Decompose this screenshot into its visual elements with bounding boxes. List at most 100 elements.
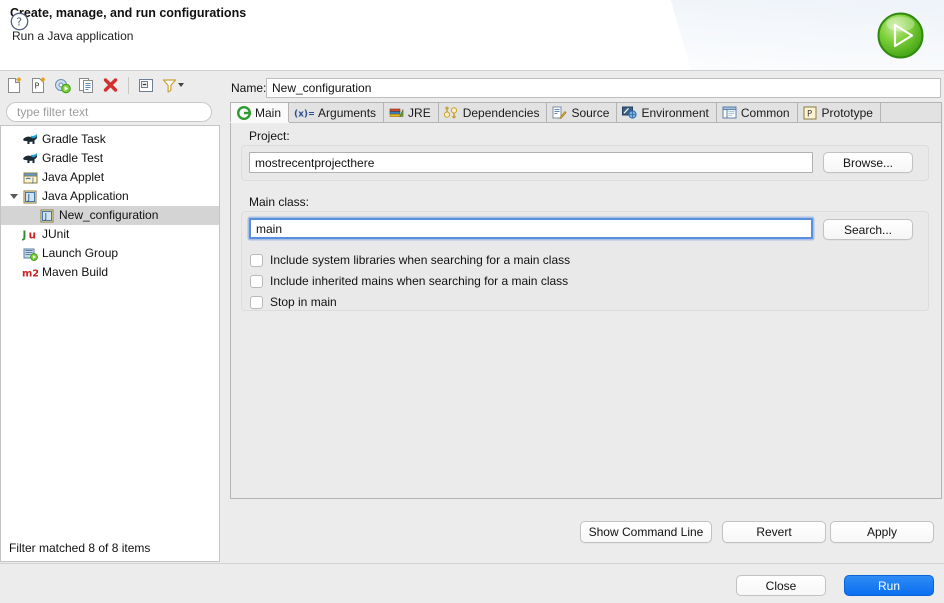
dependencies-icon (443, 105, 459, 120)
configuration-name-input[interactable] (266, 78, 941, 98)
tree-item-label: New_configuration (59, 208, 159, 222)
java-applet-icon: J (22, 170, 38, 186)
tab-label: Dependencies (462, 105, 540, 120)
java-application-icon: J (39, 208, 55, 224)
tab-label: Prototype (821, 105, 873, 120)
close-button[interactable]: Close (736, 575, 826, 596)
java-application-icon: J (22, 189, 38, 205)
tree-item-label: Gradle Test (42, 151, 104, 165)
name-label: Name: (231, 81, 267, 95)
maven-m2-icon: m2 (22, 265, 38, 281)
tab-source[interactable]: Source (547, 102, 618, 122)
tab-label: Source (571, 105, 610, 120)
svg-text:J: J (22, 230, 26, 241)
tree-toolbar: P (0, 71, 220, 99)
svg-text:J: J (27, 193, 30, 202)
apply-button[interactable]: Apply (830, 521, 934, 543)
run-button[interactable]: Run (844, 575, 934, 596)
source-pencil-icon (552, 105, 567, 120)
tree-item-junit[interactable]: J u JUnit (1, 225, 219, 244)
tab-environment[interactable]: Environment (617, 102, 717, 122)
tab-arguments[interactable]: (x)= Arguments (289, 102, 385, 122)
svg-text:?: ? (16, 16, 22, 29)
chevron-down-icon[interactable] (7, 190, 21, 204)
tree-item-new-configuration[interactable]: J New_configuration (1, 206, 219, 225)
browse-button[interactable]: Browse... (823, 152, 913, 173)
svg-text:(x)=: (x)= (294, 109, 314, 119)
help-question-icon[interactable]: ? (10, 12, 29, 31)
tab-dependencies[interactable]: Dependencies (438, 102, 548, 122)
include-inherited-mains-checkbox-row[interactable]: Include inherited mains when searching f… (250, 274, 568, 288)
tree-item-launch-group[interactable]: Launch Group (1, 244, 219, 263)
stop-in-main-checkbox[interactable] (250, 295, 263, 309)
tab-strip-filler (880, 102, 942, 122)
search-input[interactable] (6, 102, 212, 122)
svg-text:m2: m2 (22, 269, 38, 279)
launch-group-icon (22, 246, 38, 262)
tree-item-maven-build[interactable]: m2 Maven Build (1, 263, 219, 282)
main-class-label: Main class: (249, 195, 310, 209)
stop-in-main-checkbox-row[interactable]: Stop in main (250, 295, 337, 309)
filter-icon[interactable] (159, 74, 187, 96)
environment-icon (622, 105, 638, 120)
launch-configuration-tree[interactable]: Gradle Task Gradle Test J Java Applet J … (0, 125, 220, 536)
arguments-xeq-icon: (x)= (294, 105, 314, 120)
main-tab-panel: Project: Browse... Main class: Search...… (230, 123, 942, 499)
tree-item-label: Java Application (42, 189, 129, 203)
delete-icon[interactable] (99, 74, 122, 96)
page-title: Create, manage, and run configurations (10, 6, 247, 20)
export-launch-configuration-icon[interactable] (51, 74, 74, 96)
svg-text:J: J (31, 176, 34, 184)
jre-books-icon (389, 105, 404, 120)
main-class-input[interactable] (249, 218, 813, 239)
tree-item-gradle-test[interactable]: Gradle Test (1, 149, 219, 168)
tab-label: Main (255, 105, 282, 120)
page-subtitle: Run a Java application (12, 29, 134, 43)
tab-common[interactable]: Common (716, 102, 798, 122)
tree-item-label: Launch Group (42, 246, 119, 260)
include-system-libraries-checkbox-row[interactable]: Include system libraries when searching … (250, 253, 570, 267)
tab-main[interactable]: Main (230, 102, 290, 122)
gradle-elephant-icon (22, 151, 38, 167)
tab-prototype[interactable]: P Prototype (797, 102, 881, 122)
tree-item-java-applet[interactable]: J Java Applet (1, 168, 219, 187)
main-green-circle-icon (236, 105, 251, 120)
svg-text:u: u (29, 230, 36, 241)
collapse-all-icon[interactable] (135, 74, 158, 96)
tree-item-java-application[interactable]: J Java Application (1, 187, 219, 206)
tree-item-label: JUnit (42, 227, 70, 241)
svg-text:P: P (807, 109, 812, 119)
tree-item-label: Maven Build (42, 265, 109, 279)
gradle-elephant-icon (22, 132, 38, 148)
include-inherited-mains-checkbox[interactable] (250, 274, 263, 288)
checkbox-label: Include system libraries when searching … (270, 253, 571, 267)
tree-item-gradle-task[interactable]: Gradle Task (1, 130, 219, 149)
common-window-icon (722, 105, 737, 120)
tab-jre[interactable]: JRE (384, 102, 439, 122)
filter-status-text: Filter matched 8 of 8 items (0, 535, 220, 562)
tab-label: JRE (408, 105, 431, 120)
tab-label: Environment (641, 105, 709, 120)
chevron-down-icon[interactable] (178, 83, 184, 87)
new-prototype-icon[interactable]: P (27, 74, 50, 96)
new-launch-configuration-icon[interactable] (3, 74, 26, 96)
tab-label: Common (740, 105, 790, 120)
prototype-p-icon: P (803, 105, 818, 120)
project-input[interactable] (249, 152, 813, 173)
toolbar-separator (128, 76, 129, 94)
checkbox-label: Include inherited mains when searching f… (270, 274, 569, 288)
show-command-line-button[interactable]: Show Command Line (580, 521, 712, 543)
include-system-libraries-checkbox[interactable] (250, 253, 263, 267)
tree-item-label: Java Applet (42, 170, 105, 184)
run-play-icon (876, 11, 925, 60)
tree-item-label: Gradle Task (42, 132, 106, 146)
checkbox-label: Stop in main (270, 295, 337, 309)
dialog-header: Create, manage, and run configurations R… (0, 0, 944, 71)
svg-text:J: J (44, 212, 47, 221)
junit-icon: J u (22, 227, 38, 243)
tab-label: Arguments (318, 105, 377, 120)
revert-button[interactable]: Revert (722, 521, 826, 543)
search-button[interactable]: Search... (823, 219, 913, 240)
configuration-tabs: Main (x)= Arguments JRE Dependencies Sou… (230, 102, 942, 123)
duplicate-icon[interactable] (75, 74, 98, 96)
